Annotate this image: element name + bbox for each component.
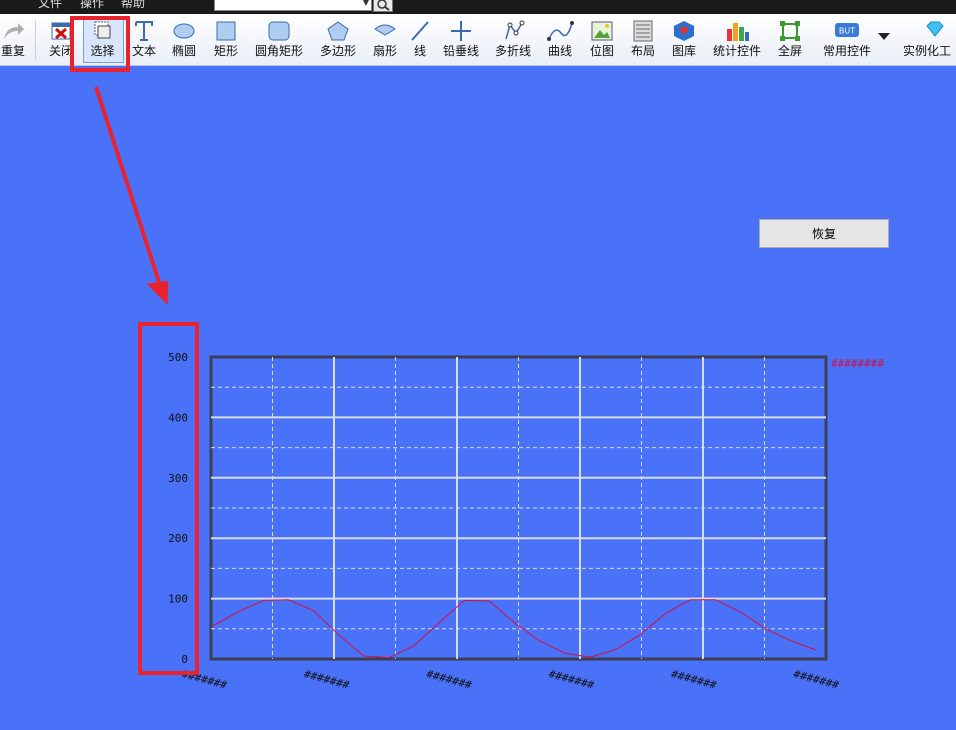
- highlight-y-axis: [138, 322, 199, 675]
- highlight-select-tool: [70, 16, 130, 72]
- x-tick-label: #######: [425, 667, 474, 692]
- x-tick-label: #######: [670, 667, 719, 692]
- legend-entry: ########: [831, 357, 884, 370]
- x-tick-label: #######: [547, 667, 596, 692]
- x-tick-label: #######: [303, 667, 352, 692]
- x-axis-ticks: ####### ####### ####### ####### ####### #####…: [180, 667, 840, 692]
- x-tick-label: #######: [792, 667, 841, 692]
- chart-grid: [211, 357, 826, 659]
